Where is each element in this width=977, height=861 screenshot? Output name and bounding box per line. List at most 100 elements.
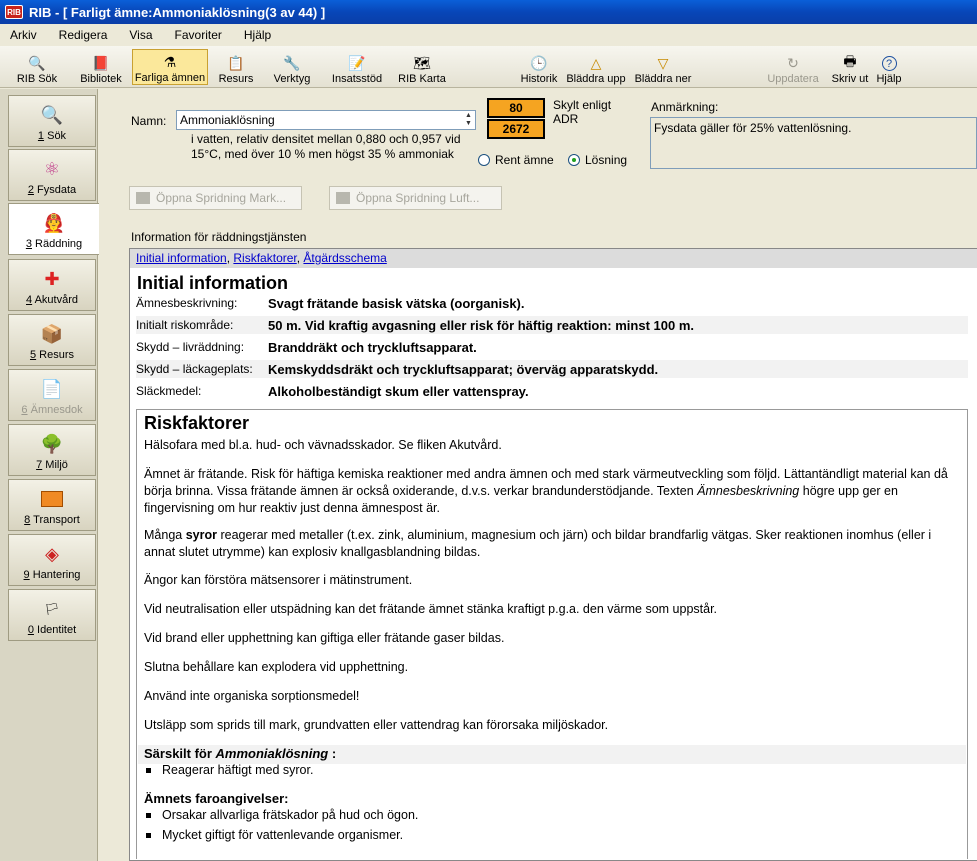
info-row: Skydd – läckageplats: Kemskyddsdräkt och…	[136, 360, 968, 378]
sidebar-item-raddning[interactable]: 👨‍🚒 3 Räddning	[8, 203, 99, 255]
insatsstod-button[interactable]: 📝 Insatsstöd	[328, 49, 386, 86]
farliga-amnen-button[interactable]: ⚗ Farliga ämnen	[132, 49, 208, 85]
rescue-info-panel: Initial information, Riskfaktorer, Åtgär…	[129, 248, 977, 861]
spin-down-icon: ▼	[465, 120, 472, 127]
risk-factors-box: Riskfaktorer Hälsofara med bl.a. hud- oc…	[136, 409, 968, 859]
substance-description: i vatten, relativ densitet mellan 0,880 …	[191, 132, 461, 161]
risk-paragraph: Ämnet är frätande. Risk för häftiga kemi…	[144, 467, 948, 515]
radio-indicator	[478, 154, 490, 166]
special-heading: Särskilt för Ammoniaklösning :	[144, 746, 337, 761]
firefighter-icon: 👨‍🚒	[42, 212, 66, 233]
radio-indicator-selected	[568, 154, 580, 166]
historik-button[interactable]: 🕒 Historik	[518, 49, 560, 86]
hjalp-button[interactable]: ? Hjälp	[874, 49, 904, 85]
sidebar-item-miljo[interactable]: 🌳 7 Miljö	[8, 424, 96, 476]
bullet-icon	[146, 767, 151, 773]
info-row: Initialt riskområde: 50 m. Vid kraftig a…	[136, 316, 968, 334]
info-row: Släckmedel: Alkoholbeständigt skum eller…	[136, 383, 529, 399]
plate-hazard-number: 80	[487, 98, 545, 118]
checklist-icon: 📝	[348, 54, 366, 71]
anmarkning-label: Anmärkning:	[651, 100, 719, 114]
risk-paragraph: Slutna behållare kan explodera vid upphe…	[144, 660, 409, 674]
sidebar-item-amnesdok[interactable]: 📄 6 Ämnesdok	[8, 369, 96, 421]
section-label: Information för räddningstjänsten	[131, 230, 307, 244]
orange-plate-icon	[40, 487, 64, 511]
bladdra-upp-button[interactable]: △ Bläddra upp	[566, 49, 626, 86]
tools-icon: 🔧	[283, 54, 301, 71]
name-spinner[interactable]: ▲ ▼	[462, 111, 475, 129]
risk-factors-heading: Riskfaktorer	[144, 413, 250, 433]
risk-paragraph: Hälsofara med bl.a. hud- och vävnadsskad…	[144, 438, 502, 452]
resource-icon: 📦	[40, 323, 64, 344]
open-spread-air-button[interactable]: Öppna Spridning Luft...	[329, 186, 502, 210]
sidebar-item-akutvard[interactable]: ✚ 4 Akutvård	[8, 259, 96, 311]
risk-paragraph: Utsläpp som sprids till mark, grundvatte…	[144, 718, 609, 732]
menu-arkiv[interactable]: Arkiv	[10, 28, 37, 42]
uppdatera-button[interactable]: ↻ Uppdatera	[766, 49, 820, 86]
bullet-icon	[146, 812, 151, 818]
ground-icon	[136, 192, 150, 204]
sidebar: 🔍 1 Sök ⚛ 2 Fysdata 👨‍🚒 3 Räddning ✚ 4 A…	[0, 89, 99, 861]
link-riskfaktorer[interactable]: Riskfaktorer	[233, 251, 296, 265]
rib-karta-button[interactable]: 🗺 RIB Karta	[396, 49, 448, 86]
menu-favoriter[interactable]: Favoriter	[175, 28, 222, 42]
clipboard-icon: 📋	[227, 54, 245, 71]
name-field[interactable]	[176, 110, 476, 130]
sidebar-item-identitet[interactable]: 🏳 0 Identitet	[8, 589, 96, 641]
printer-icon: 🖶	[843, 53, 857, 69]
risk-paragraph: Vid brand eller upphettning kan giftiga …	[144, 631, 505, 645]
air-icon	[336, 192, 350, 204]
sidebar-item-resurs[interactable]: 📦 5 Resurs	[8, 314, 96, 366]
sidebar-item-fysdata[interactable]: ⚛ 2 Fysdata	[8, 149, 96, 201]
flags-icon: 🏳	[44, 602, 60, 616]
menu-redigera[interactable]: Redigera	[59, 28, 108, 42]
sidebar-item-sok[interactable]: 🔍 1 Sök	[8, 95, 96, 147]
faro-bullet: Orsakar allvarliga frätskador på hud och…	[146, 808, 418, 822]
book-icon: 📕	[92, 54, 110, 71]
link-initial-information[interactable]: Initial information	[136, 251, 227, 265]
clock-icon: 🕒	[530, 54, 548, 71]
spin-up-icon: ▲	[465, 112, 472, 119]
verktyg-button[interactable]: 🔧 Verktyg	[270, 49, 314, 86]
info-row: Skydd – livräddning: Branddräkt och tryc…	[136, 339, 477, 355]
menu-bar: Arkiv Redigera Visa Favoriter Hjälp	[0, 24, 977, 46]
tree-icon: 🌳	[40, 433, 64, 454]
molecule-icon: ⚛	[43, 158, 61, 179]
sidebar-item-hantering[interactable]: ◈ 9 Hantering	[8, 534, 96, 586]
menu-hjalp[interactable]: Hjälp	[244, 28, 271, 42]
initial-information-heading: Initial information	[137, 273, 288, 293]
magnifier-icon: 🔍	[28, 54, 46, 71]
refresh-icon: ↻	[787, 54, 799, 71]
red-cross-icon: ✚	[44, 268, 60, 289]
risk-paragraph: Ängor kan förstöra mätsensorer i mätinst…	[144, 573, 413, 587]
flask-icon: ⚗	[163, 53, 177, 70]
faro-bullet: Mycket giftigt för vattenlevande organis…	[146, 828, 403, 842]
faro-heading: Ämnets faroangivelser:	[144, 791, 289, 806]
special-bullet: Reagerar häftigt med syror.	[146, 763, 313, 777]
open-spread-ground-button[interactable]: Öppna Spridning Mark...	[129, 186, 302, 210]
info-row: Ämnesbeskrivning: Svagt frätande basisk …	[136, 295, 525, 311]
link-atgardsschema[interactable]: Åtgärdsschema	[303, 251, 386, 265]
bullet-icon	[146, 832, 151, 838]
window-title: RIB - [ Farligt ämne:Ammoniaklösning(3 a…	[29, 4, 326, 20]
anmarkning-field[interactable]: Fysdata gäller för 25% vattenlösning.	[650, 117, 977, 169]
radio-losning[interactable]: Lösning	[568, 153, 627, 167]
radio-rent-amne[interactable]: Rent ämne	[478, 153, 554, 167]
skriv-ut-button[interactable]: 🖶 Skriv ut	[826, 49, 874, 85]
triangle-down-icon: ▽	[657, 54, 669, 71]
risk-paragraph: Många syror reagerar med metaller (t.ex.…	[144, 528, 932, 559]
resurs-button[interactable]: 📋 Resurs	[216, 49, 256, 86]
app-icon: RIB	[5, 5, 23, 19]
sidebar-item-transport[interactable]: 8 Transport	[8, 479, 96, 531]
plate-un-number: 2672	[487, 119, 545, 139]
skylt-label: Skylt enligt ADR	[553, 98, 612, 126]
rib-sok-button[interactable]: 🔍 RIB Sök	[8, 49, 66, 86]
title-bar: RIB RIB - [ Farligt ämne:Ammoniaklösning…	[0, 0, 977, 24]
documents-icon: 📄	[40, 378, 64, 399]
risk-paragraph: Vid neutralisation eller utspädning kan …	[144, 602, 718, 616]
bibliotek-button[interactable]: 📕 Bibliotek	[78, 49, 124, 86]
section-links: Initial information, Riskfaktorer, Åtgär…	[130, 249, 977, 268]
menu-visa[interactable]: Visa	[129, 28, 152, 42]
triangle-up-icon: △	[590, 54, 602, 71]
bladdra-ner-button[interactable]: ▽ Bläddra ner	[634, 49, 692, 86]
